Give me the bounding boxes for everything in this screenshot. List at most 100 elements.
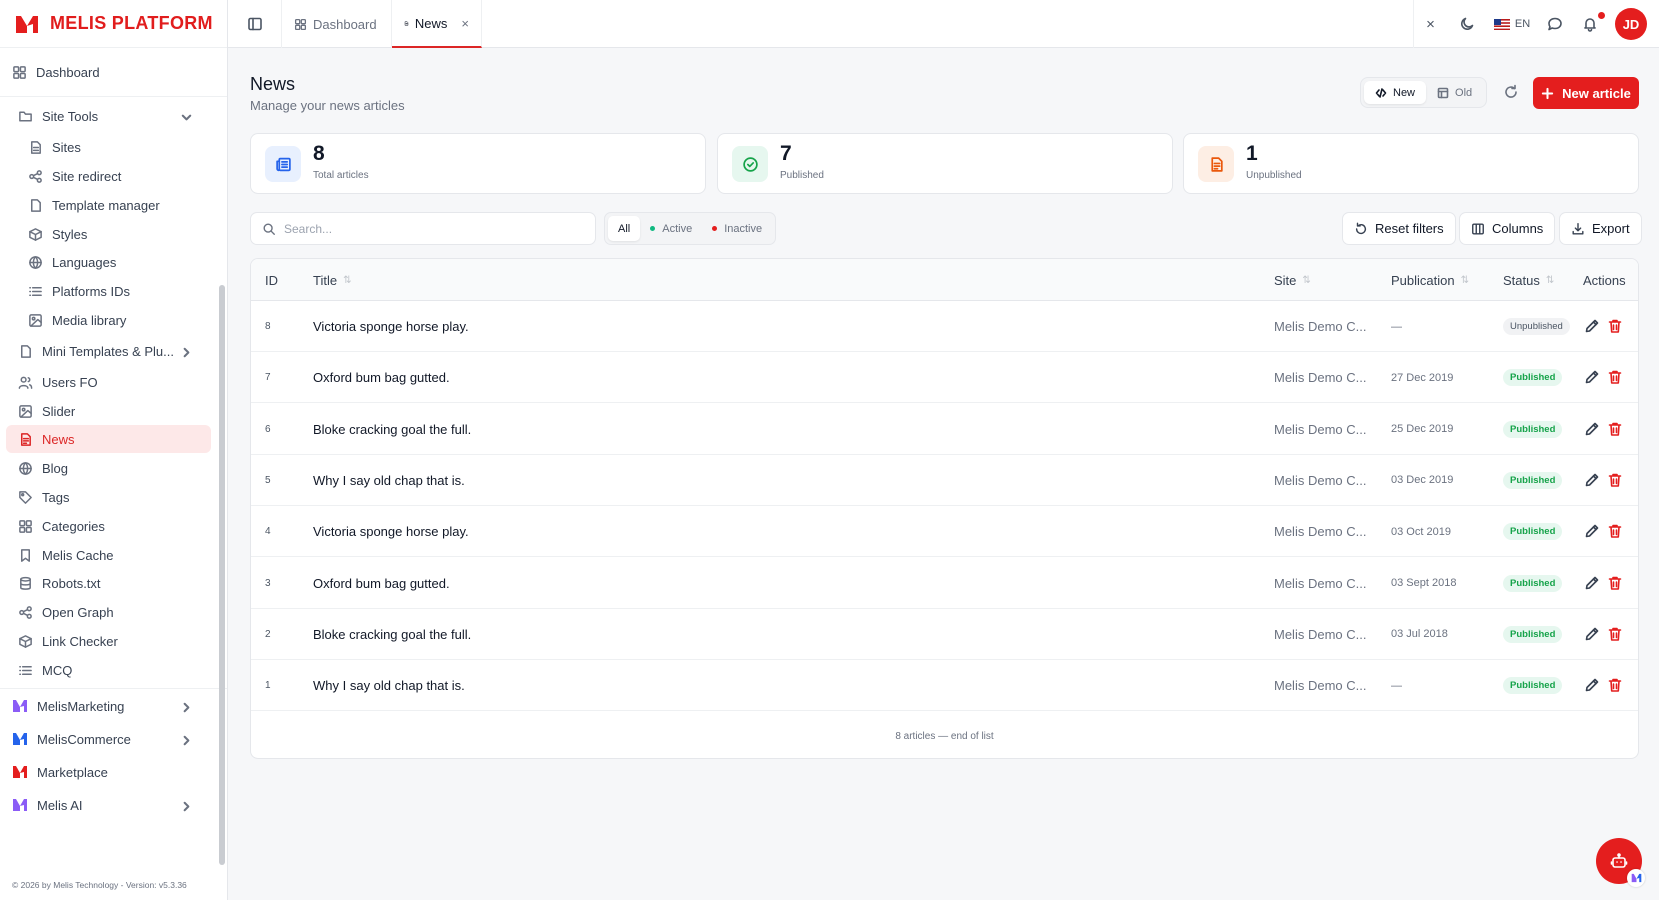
news-table: ID Title ⇅ Site ⇅ Publication ⇅ Status ⇅ Act… [250, 258, 1639, 759]
close-all-tabs-button[interactable]: × [1413, 0, 1447, 48]
cell-id: 6 [265, 423, 271, 435]
sidebar-scrollbar[interactable] [219, 285, 225, 865]
sidebar-toggle-button[interactable] [228, 0, 282, 48]
sidebar-item-template-manager[interactable]: Template manager [28, 191, 211, 219]
table-row[interactable]: 6 Bloke cracking goal the full. Melis Demo… [251, 404, 1638, 455]
globe-icon [29, 255, 42, 269]
filter-all-button[interactable]: All [608, 216, 641, 241]
table-row[interactable]: 5 Why I say old chap that is. Melis Demo C… [251, 455, 1638, 506]
cell-id: 2 [265, 628, 271, 640]
notifications-button[interactable] [1573, 0, 1607, 48]
edit-icon[interactable] [1584, 369, 1600, 385]
sidebar-module-melismarketing[interactable]: MelisMarketing [12, 692, 211, 720]
trash-icon[interactable] [1607, 626, 1623, 642]
sidebar-item-slider[interactable]: Slider [18, 397, 211, 425]
sidebar-item-categories[interactable]: Categories [18, 512, 211, 540]
cell-status: Unpublished [1503, 301, 1570, 352]
sidebar-item-site-tools[interactable]: Site Tools [18, 102, 211, 130]
search-input[interactable] [284, 221, 574, 236]
sidebar-module-marketplace[interactable]: Marketplace [12, 758, 211, 786]
trash-icon[interactable] [1607, 421, 1623, 437]
column-header-id[interactable]: ID [265, 259, 278, 301]
sidebar-item-label: Melis AI [37, 797, 83, 813]
cell-title[interactable]: Bloke cracking goal the full. [313, 609, 471, 660]
sidebar-item-mini-templates[interactable]: Mini Templates & Plu... [18, 337, 211, 365]
table-row[interactable]: 3 Oxford bum bag gutted. Melis Demo C... 03… [251, 558, 1638, 609]
sidebar-item-platforms-ids[interactable]: Platforms IDs [28, 277, 211, 305]
table-icon [1437, 87, 1449, 98]
sidebar-item-mcq[interactable]: MCQ [18, 656, 211, 684]
messages-button[interactable] [1537, 0, 1573, 48]
topbar: Dashboard News × × EN JD [228, 0, 1659, 48]
sidebar-item-styles[interactable]: Styles [28, 220, 211, 248]
new-article-button[interactable]: New article [1533, 77, 1639, 109]
column-header-publication[interactable]: Publication ⇅ [1391, 259, 1469, 301]
table-row[interactable]: 1 Why I say old chap that is. Melis Demo C… [251, 660, 1638, 712]
edit-icon[interactable] [1584, 575, 1600, 591]
sidebar-item-dashboard[interactable]: Dashboard [12, 58, 211, 86]
cell-site: Melis Demo C... [1274, 626, 1367, 642]
cell-title[interactable]: Victoria sponge horse play. [313, 506, 469, 557]
check-circle-icon [742, 156, 758, 172]
filter-inactive-button[interactable]: Inactive [702, 216, 772, 241]
edit-icon[interactable] [1584, 523, 1600, 539]
sidebar-item-melis-cache[interactable]: Melis Cache [18, 541, 211, 569]
sidebar-item-site-redirect[interactable]: Site redirect [28, 162, 211, 190]
chevron-right-icon [183, 347, 190, 358]
column-header-site[interactable]: Site ⇅ [1274, 259, 1311, 301]
edit-icon[interactable] [1584, 472, 1600, 488]
tab-news[interactable]: News × [392, 0, 482, 48]
filter-active-button[interactable]: Active [640, 216, 702, 241]
cell-id: 1 [265, 680, 271, 692]
sidebar-module-melis-ai[interactable]: Melis AI [12, 791, 211, 819]
edit-icon[interactable] [1584, 318, 1600, 334]
sidebar-item-open-graph[interactable]: Open Graph [18, 598, 211, 626]
sidebar-item-blog[interactable]: Blog [18, 454, 211, 482]
sidebar-item-media-library[interactable]: Media library [28, 306, 211, 334]
tab-close-button[interactable]: × [461, 16, 469, 31]
table-row[interactable]: 7 Oxford bum bag gutted. Melis Demo C... 27… [251, 352, 1638, 404]
cell-status: Published [1503, 404, 1563, 455]
view-old-button[interactable]: Old [1426, 81, 1483, 104]
edit-icon[interactable] [1584, 421, 1600, 437]
cell-title[interactable]: Why I say old chap that is. [313, 660, 465, 711]
table-row[interactable]: 2 Bloke cracking goal the full. Melis Demo… [251, 609, 1638, 660]
trash-icon[interactable] [1607, 575, 1623, 591]
sidebar-item-tags[interactable]: Tags [18, 483, 211, 511]
chevron-down-icon [181, 114, 192, 121]
edit-icon[interactable] [1584, 626, 1600, 642]
sidebar-item-sites[interactable]: Sites [28, 133, 211, 161]
refresh-icon[interactable] [1503, 84, 1519, 100]
trash-icon[interactable] [1607, 523, 1623, 539]
sidebar-item-robots[interactable]: Robots.txt [18, 569, 211, 597]
trash-icon[interactable] [1607, 318, 1623, 334]
sidebar-module-meliscommerce[interactable]: MelisCommerce [12, 725, 211, 753]
table-row[interactable]: 8 Victoria sponge horse play. Melis Demo C… [251, 301, 1638, 352]
trash-icon[interactable] [1607, 472, 1623, 488]
columns-button[interactable]: Columns [1459, 212, 1556, 245]
sidebar-item-news[interactable]: News [6, 425, 211, 453]
cell-title[interactable]: Oxford bum bag gutted. [313, 352, 450, 403]
cell-title[interactable]: Victoria sponge horse play. [313, 301, 469, 352]
export-button[interactable]: Export [1559, 212, 1642, 245]
view-new-button[interactable]: New [1364, 81, 1427, 104]
trash-icon[interactable] [1607, 677, 1623, 693]
brand[interactable]: MELIS PLATFORM [0, 0, 227, 48]
cell-title[interactable]: Bloke cracking goal the full. [313, 404, 471, 455]
column-header-title[interactable]: Title ⇅ [313, 259, 351, 301]
assistant-fab-button[interactable] [1596, 838, 1645, 887]
reset-filters-button[interactable]: Reset filters [1342, 212, 1456, 245]
cell-title[interactable]: Why I say old chap that is. [313, 455, 465, 506]
theme-toggle-button[interactable] [1447, 0, 1487, 48]
trash-icon[interactable] [1607, 369, 1623, 385]
sidebar-item-users-fo[interactable]: Users FO [18, 368, 211, 396]
column-header-status[interactable]: Status ⇅ [1503, 259, 1554, 301]
tab-dashboard[interactable]: Dashboard [282, 0, 392, 48]
table-row[interactable]: 4 Victoria sponge horse play. Melis Demo C… [251, 506, 1638, 558]
language-selector[interactable]: EN [1487, 0, 1537, 48]
sidebar-item-link-checker[interactable]: Link Checker [18, 627, 211, 655]
sidebar-item-languages[interactable]: Languages [28, 248, 211, 276]
avatar[interactable]: JD [1615, 8, 1647, 40]
cell-title[interactable]: Oxford bum bag gutted. [313, 558, 450, 609]
edit-icon[interactable] [1584, 677, 1600, 693]
